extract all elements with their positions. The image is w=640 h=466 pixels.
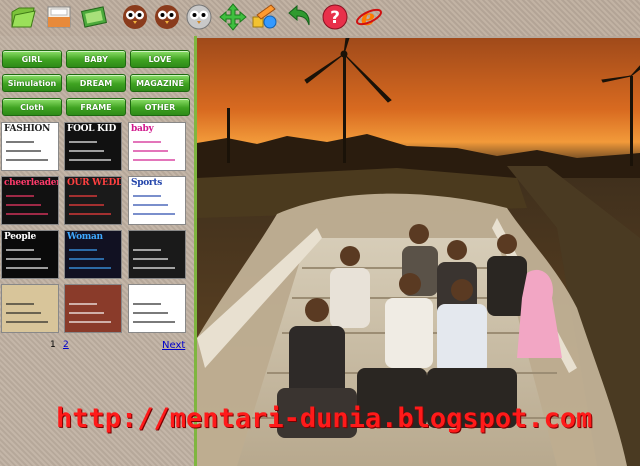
thumbnail-text-line [133, 267, 175, 269]
template-thumbnail[interactable]: cheerleader [1, 176, 59, 225]
composite-photo [197, 38, 640, 466]
thumbnail-title: FASHION [4, 124, 51, 134]
thumbnail-text-line [6, 303, 34, 305]
thumbnail-text-line [6, 249, 34, 251]
thumbnail-text-line [69, 258, 104, 260]
thumbnail-text-line [6, 321, 48, 323]
thumbnail-text-line [69, 150, 104, 152]
thumbnail-text-line [69, 213, 111, 215]
category-other-button[interactable]: OTHER [130, 98, 190, 116]
category-baby-button[interactable]: BABY [66, 50, 126, 68]
template-thumbnail[interactable]: baby [128, 122, 186, 171]
thumbnail-text-line [6, 204, 41, 206]
thumbnail-text-line [133, 204, 168, 206]
template-thumbnail[interactable] [128, 284, 186, 333]
thumbnail-text-line [6, 159, 48, 161]
thumbnail-text-line [69, 195, 97, 197]
thumbnail-text-line [6, 258, 41, 260]
thumbnail-text-line [69, 141, 97, 143]
thumbnail-text-line [69, 303, 97, 305]
template-thumbnail[interactable]: OUR WEDDING [64, 176, 122, 225]
thumbnail-text-line [133, 321, 175, 323]
template-thumbnail[interactable] [128, 230, 186, 279]
thumbnail-text-line [6, 312, 41, 314]
thumbnail-text-line [6, 150, 41, 152]
thumbnail-text-line [133, 312, 168, 314]
category-magazine-button[interactable]: MAGAZINE [130, 74, 190, 92]
toolbar: ? e [0, 0, 640, 36]
template-thumbnail[interactable]: Woman [64, 230, 122, 279]
owl-icon-1[interactable] [120, 2, 150, 32]
template-thumbnail[interactable] [1, 284, 59, 333]
photo-canvas[interactable] [197, 38, 640, 466]
template-thumbnail[interactable]: Sports [128, 176, 186, 225]
category-love-button[interactable]: LOVE [130, 50, 190, 68]
page-1-current: 1 [50, 340, 56, 350]
save-icon[interactable] [44, 2, 74, 32]
blog-url-watermark: http://mentari-dunia.blogspot.com [56, 403, 593, 434]
svg-text:?: ? [330, 8, 340, 28]
thumbnail-title: Sports [131, 178, 162, 188]
open-folder-icon[interactable] [8, 2, 38, 32]
thumbnail-text-line [6, 195, 34, 197]
ie-icon[interactable]: e [354, 2, 384, 32]
owl-icon-2[interactable] [152, 2, 182, 32]
thumbnail-text-line [69, 321, 111, 323]
category-girl-button[interactable]: GIRL [2, 50, 62, 68]
thumbnail-title: FOOL KID [67, 124, 116, 134]
template-thumbnail[interactable]: People [1, 230, 59, 279]
thumbnail-text-line [133, 258, 168, 260]
page-2-link[interactable]: 2 [63, 340, 69, 350]
template-thumbnail[interactable]: FASHION [1, 122, 59, 171]
owl-icon-3[interactable] [184, 2, 214, 32]
template-thumbnail[interactable] [64, 284, 122, 333]
thumbnail-text-line [133, 249, 161, 251]
move-arrows-icon[interactable] [218, 2, 248, 32]
thumbnail-text-line [133, 195, 161, 197]
thumbnail-title: baby [131, 124, 154, 134]
thumbnail-text-line [133, 150, 168, 152]
thumbnail-text-line [6, 267, 48, 269]
photo-icon[interactable] [80, 2, 110, 32]
svg-text:e: e [361, 5, 375, 31]
thumbnail-text-line [6, 141, 34, 143]
thumbnail-title: cheerleader [4, 178, 59, 188]
undo-icon[interactable] [284, 2, 314, 32]
thumbnail-text-line [69, 312, 104, 314]
thumbnail-text-line [133, 159, 175, 161]
thumbnail-title: OUR WEDDING [67, 178, 121, 188]
category-simulation-button[interactable]: Simulation [2, 74, 62, 92]
thumbnail-text-line [69, 267, 111, 269]
category-cloth-button[interactable]: Cloth [2, 98, 62, 116]
thumbnail-title: Woman [67, 232, 103, 242]
thumbnail-text-line [69, 159, 111, 161]
category-dream-button[interactable]: DREAM [66, 74, 126, 92]
pencil-shapes-icon[interactable] [250, 2, 280, 32]
template-thumbnail[interactable]: FOOL KID [64, 122, 122, 171]
category-frame-button[interactable]: FRAME [66, 98, 126, 116]
thumbnail-text-line [69, 204, 104, 206]
next-page-link[interactable]: Next [162, 340, 185, 351]
thumbnail-text-line [6, 213, 48, 215]
thumbnail-title: People [4, 232, 36, 242]
thumbnail-text-line [69, 249, 97, 251]
thumbnail-text-line [133, 213, 175, 215]
thumbnail-text-line [133, 141, 161, 143]
help-icon[interactable]: ? [320, 2, 350, 32]
thumbnail-text-line [133, 303, 161, 305]
